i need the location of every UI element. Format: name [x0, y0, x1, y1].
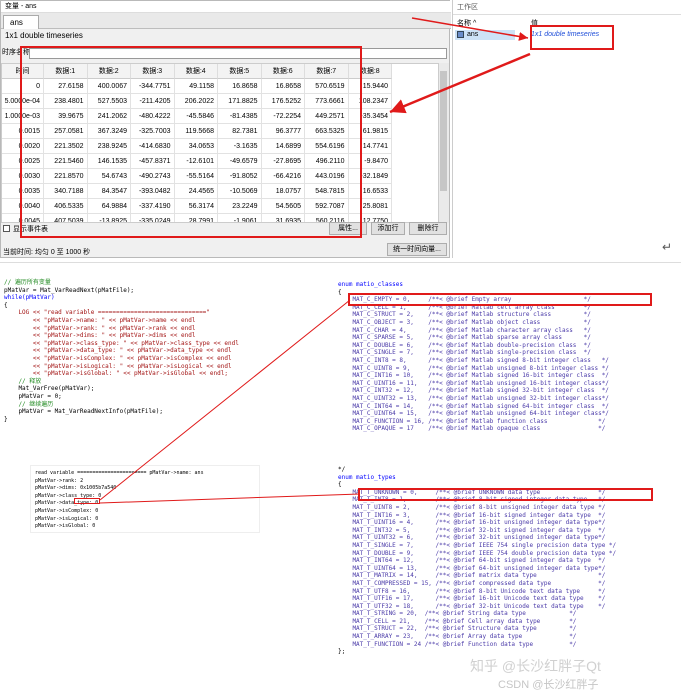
watermark-csdn: CSDN @长沙红胖子: [498, 679, 599, 691]
watermark: 知乎 @长沙红胖子Qt: [470, 658, 601, 674]
arrow-to-grid: [389, 52, 531, 114]
arrow-console-to-types: [99, 493, 361, 504]
arrow-to-value: [411, 17, 529, 41]
annotation-arrows: [99, 17, 531, 504]
arrow-console-to-classes: [99, 299, 351, 501]
